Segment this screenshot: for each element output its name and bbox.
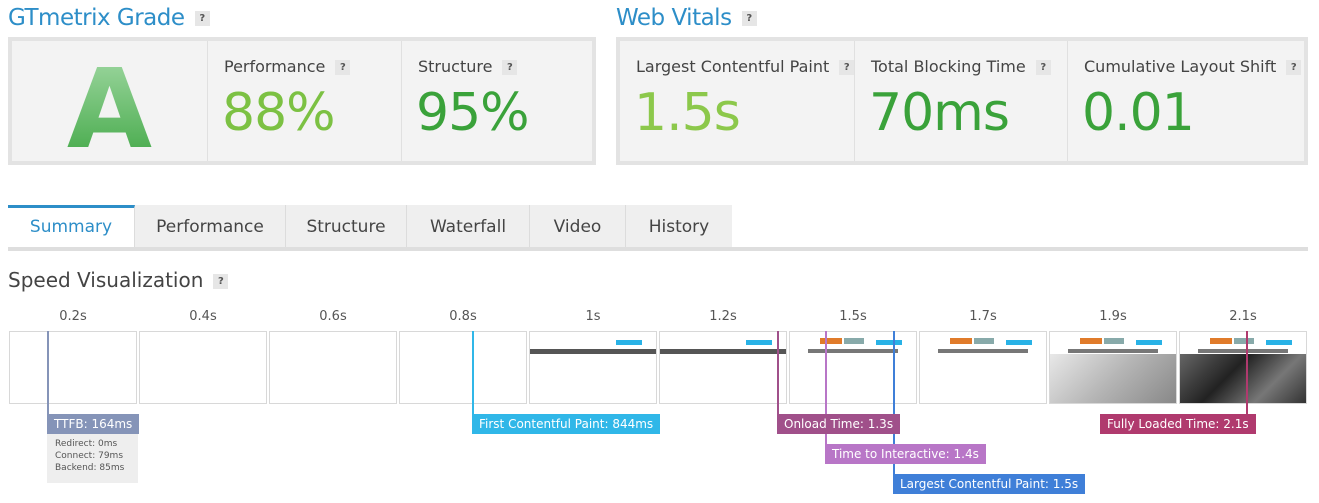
time-label: 0.2s — [59, 309, 87, 324]
filmstrip-frame[interactable] — [529, 331, 657, 404]
help-icon[interactable]: ? — [213, 274, 229, 289]
fully-loaded-marker: Fully Loaded Time: 2.1s — [1100, 414, 1256, 434]
time-label: 0.4s — [189, 309, 217, 324]
web-vitals-panel: Largest Contentful Paint? 1.5s Total Blo… — [616, 37, 1308, 165]
page-thumbnail-navbar — [808, 349, 898, 353]
page-thumbnail-navbar — [1198, 349, 1288, 353]
tbt-cell: Total Blocking Time? 70ms — [855, 41, 1068, 161]
help-icon[interactable]: ? — [1035, 60, 1051, 75]
help-icon[interactable]: ? — [194, 11, 210, 26]
page-thumbnail-navbar — [1068, 349, 1158, 353]
time-label: 1s — [585, 309, 601, 324]
time-label: 1.5s — [839, 309, 867, 324]
filmstrip-frame[interactable] — [919, 331, 1047, 404]
page-thumbnail-button — [1136, 340, 1162, 345]
connect-time: Connect: 79ms — [55, 451, 124, 461]
fully-loaded-line — [1246, 331, 1248, 414]
backend-time: Backend: 85ms — [55, 463, 125, 473]
web-vitals-title: Web Vitals? — [616, 5, 757, 31]
time-label: 1.2s — [709, 309, 737, 324]
page-thumbnail-logo — [1210, 338, 1232, 344]
tab-video[interactable]: Video — [530, 205, 626, 247]
page-thumbnail-logo — [974, 338, 994, 344]
onload-line — [777, 331, 779, 414]
page-thumbnail-button — [746, 340, 772, 345]
page-thumbnail-logo — [1234, 338, 1254, 344]
page-thumbnail-image — [1050, 354, 1176, 403]
lcp-value: 1.5s — [634, 83, 741, 143]
page-thumbnail-button — [1006, 340, 1032, 345]
performance-cell: Performance? 88% — [208, 41, 402, 161]
structure-cell: Structure? 95% — [402, 41, 592, 161]
filmstrip-frame[interactable] — [1049, 331, 1177, 404]
performance-value: 88% — [222, 83, 336, 143]
tbt-label: Total Blocking Time? — [871, 57, 1051, 76]
gtmetrix-grade-title: GTmetrix Grade? — [8, 5, 210, 31]
structure-value: 95% — [416, 83, 530, 143]
help-icon[interactable]: ? — [1286, 60, 1302, 75]
page-thumbnail-logo — [1104, 338, 1124, 344]
cls-value: 0.01 — [1082, 83, 1195, 143]
tti-marker: Time to Interactive: 1.4s — [825, 444, 986, 464]
performance-label: Performance? — [224, 57, 351, 76]
cls-cell: Cumulative Layout Shift? 0.01 — [1068, 41, 1304, 161]
filmstrip-frame[interactable] — [399, 331, 527, 404]
page-thumbnail-navbar — [938, 349, 1028, 353]
tab-structure[interactable]: Structure — [286, 205, 407, 247]
tab-history[interactable]: History — [626, 205, 732, 247]
page-thumbnail-button — [876, 340, 902, 345]
onload-marker: Onload Time: 1.3s — [777, 414, 901, 434]
lcp-cell: Largest Contentful Paint? 1.5s — [620, 41, 855, 161]
page-thumbnail-navbar — [530, 349, 656, 354]
gtmetrix-grade-title-text: GTmetrix Grade — [8, 5, 185, 31]
help-icon[interactable]: ? — [335, 60, 351, 75]
page-thumbnail-logo — [950, 338, 972, 344]
filmstrip-frame[interactable] — [789, 331, 917, 404]
ttfb-details: Redirect: 0ms Connect: 79ms Backend: 85m… — [47, 434, 138, 483]
grade-cell: A — [12, 41, 208, 173]
fcp-line — [472, 331, 474, 414]
time-label: 1.7s — [969, 309, 997, 324]
filmstrip-frame[interactable] — [659, 331, 787, 404]
time-label: 2.1s — [1229, 309, 1257, 324]
help-icon[interactable]: ? — [839, 60, 855, 75]
lcp-marker: Largest Contentful Paint: 1.5s — [893, 474, 1086, 494]
page-thumbnail-logo — [844, 338, 864, 344]
ttfb-line — [47, 331, 49, 414]
tbt-value: 70ms — [869, 83, 1010, 143]
filmstrip-frame[interactable] — [139, 331, 267, 404]
tab-summary[interactable]: Summary — [8, 205, 135, 247]
redirect-time: Redirect: 0ms — [55, 439, 118, 449]
help-icon[interactable]: ? — [502, 60, 518, 75]
report-tabs: Summary Performance Structure Waterfall … — [8, 205, 1308, 251]
gtmetrix-grade-panel: A Performance? 88% Structure? 95% — [8, 37, 596, 173]
page-thumbnail-navbar — [660, 349, 786, 354]
time-label: 0.8s — [449, 309, 477, 324]
filmstrip-frame[interactable] — [269, 331, 397, 404]
page-thumbnail-button — [1266, 340, 1292, 345]
cls-label: Cumulative Layout Shift? — [1084, 57, 1302, 76]
time-label: 0.6s — [319, 309, 347, 324]
lcp-label: Largest Contentful Paint? — [636, 57, 855, 76]
filmstrip-frame[interactable] — [9, 331, 137, 404]
page-thumbnail-logo — [820, 338, 842, 344]
help-icon[interactable]: ? — [741, 11, 757, 26]
filmstrip-frame[interactable] — [1179, 331, 1307, 404]
page-thumbnail-button — [616, 340, 642, 345]
structure-label: Structure? — [418, 57, 518, 76]
ttfb-marker: TTFB: 164ms — [47, 414, 140, 434]
web-vitals-title-text: Web Vitals — [616, 5, 732, 31]
fcp-marker: First Contentful Paint: 844ms — [472, 414, 661, 434]
tab-performance[interactable]: Performance — [135, 205, 286, 247]
grade-letter: A — [12, 45, 207, 173]
page-thumbnail-logo — [1080, 338, 1102, 344]
tab-waterfall[interactable]: Waterfall — [407, 205, 530, 247]
time-label: 1.9s — [1099, 309, 1127, 324]
speed-visualization-title: Speed Visualization? — [8, 268, 229, 292]
page-thumbnail-image — [1180, 354, 1306, 403]
